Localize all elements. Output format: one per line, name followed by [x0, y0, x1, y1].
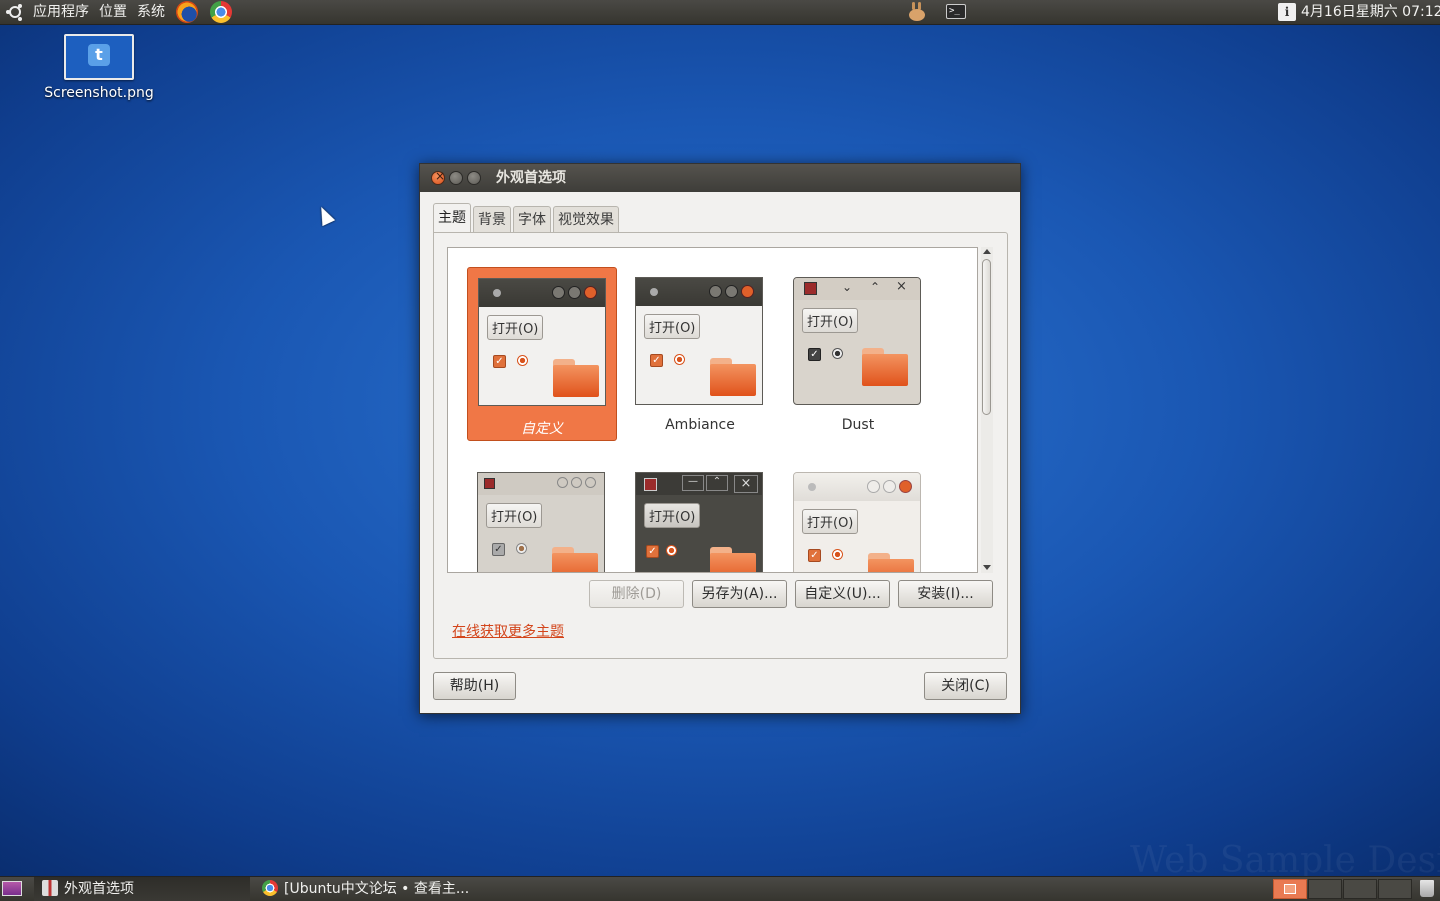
theme-item-5[interactable]: — ⌃ × 打开(O) ✓	[625, 462, 775, 572]
show-desktop-icon[interactable]	[2, 881, 22, 896]
firefox-icon[interactable]	[176, 1, 198, 23]
minimize-window-icon[interactable]	[449, 171, 463, 185]
customize-button[interactable]: 自定义(U)...	[795, 580, 890, 608]
preview-open-button: 打开(O)	[802, 509, 859, 534]
taskbar-item-label: [Ubuntu中文论坛 • 查看主...	[284, 881, 470, 897]
preview-open-button: 打开(O)	[644, 503, 701, 528]
theme-item-custom[interactable]: 打开(O) ✓ 自定义	[467, 267, 617, 441]
taskbar-item-chrome[interactable]: [Ubuntu中文论坛 • 查看主...	[254, 877, 504, 901]
theme-name: 自定义	[521, 421, 563, 437]
get-more-themes-link[interactable]: 在线获取更多主题	[452, 621, 564, 641]
desktop-file-screenshot[interactable]: t Screenshot.png	[44, 34, 154, 101]
theme-item-6[interactable]: 打开(O) ✓	[783, 462, 933, 572]
chrome-icon[interactable]	[210, 1, 232, 23]
theme-name: Ambiance	[665, 417, 735, 433]
taskbar-item-appearance[interactable]: 外观首选项	[34, 877, 250, 901]
theme-preview: 打开(O) ✓	[635, 277, 763, 405]
workspace-3[interactable]	[1343, 879, 1377, 899]
top-panel: 应用程序 位置 系统 >_ i 4月16日星期六 07:12	[0, 0, 1440, 25]
folder-icon	[710, 358, 756, 396]
preview-open-button: 打开(O)	[802, 308, 859, 333]
save-as-button[interactable]: 另存为(A)...	[692, 580, 787, 608]
tab-theme[interactable]: 主题	[433, 203, 471, 232]
theme-preview: ⌄ ⌃ × 打开(O) ✓	[793, 277, 921, 405]
bottom-panel: 外观首选项 [Ubuntu中文论坛 • 查看主...	[0, 876, 1440, 901]
maximize-window-icon[interactable]	[467, 171, 481, 185]
workspace-4[interactable]	[1378, 879, 1412, 899]
theme-item-4[interactable]: 打开(O) ✓	[467, 462, 617, 572]
help-button[interactable]: 帮助(H)	[433, 672, 516, 700]
scroll-down-arrow-icon[interactable]	[983, 565, 991, 570]
scroll-up-arrow-icon[interactable]	[983, 249, 991, 254]
terminal-icon[interactable]: >_	[946, 4, 966, 19]
folder-icon	[862, 348, 908, 386]
taskbar-item-label: 外观首选项	[64, 881, 134, 897]
menu-places[interactable]: 位置	[94, 0, 132, 24]
tab-bar: 主题 背景 字体 视觉效果	[433, 203, 621, 232]
install-button[interactable]: 安装(I)...	[898, 580, 993, 608]
folder-icon	[710, 547, 756, 572]
info-icon[interactable]: i	[1278, 3, 1296, 21]
appearance-preferences-dialog: 外观首选项 主题 背景 字体 视觉效果 打开(O) ✓	[419, 163, 1021, 714]
rabbit-tray-icon[interactable]	[906, 2, 928, 22]
folder-icon	[868, 553, 914, 572]
titlebar[interactable]: 外观首选项	[420, 164, 1020, 192]
theme-item-ambiance[interactable]: 打开(O) ✓ Ambiance	[625, 267, 775, 441]
theme-preview: 打开(O) ✓	[478, 278, 606, 406]
watermark: Web Sample Design	[1130, 840, 1440, 881]
theme-preview: 打开(O) ✓	[793, 472, 921, 572]
workspace-1[interactable]	[1273, 879, 1307, 899]
theme-list-scrollbar[interactable]	[981, 247, 993, 573]
ubuntu-logo-icon[interactable]	[6, 3, 24, 21]
delete-button[interactable]: 删除(D)	[589, 580, 684, 608]
chrome-icon	[262, 880, 278, 896]
tab-background[interactable]: 背景	[473, 206, 511, 232]
desktop-file-label: Screenshot.png	[44, 85, 154, 101]
preview-open-button: 打开(O)	[487, 315, 544, 340]
theme-preview: 打开(O) ✓	[477, 472, 605, 572]
tab-fonts[interactable]: 字体	[513, 206, 551, 232]
tab-visual-effects[interactable]: 视觉效果	[553, 206, 619, 232]
dialog-title: 外观首选项	[496, 170, 566, 186]
appearance-app-icon	[42, 880, 58, 896]
preview-open-button: 打开(O)	[486, 503, 543, 528]
trash-icon[interactable]	[1420, 880, 1434, 897]
image-thumbnail-icon: t	[64, 34, 134, 80]
preview-open-button: 打开(O)	[644, 314, 701, 339]
theme-name: Dust	[841, 417, 875, 433]
menu-system[interactable]: 系统	[132, 0, 170, 24]
mouse-cursor-icon	[314, 203, 336, 227]
twitter-icon: t	[95, 45, 103, 64]
clock[interactable]: 4月16日星期六 07:12	[1301, 0, 1440, 24]
menu-applications[interactable]: 应用程序	[28, 0, 94, 24]
scroll-thumb[interactable]	[982, 259, 991, 415]
theme-preview: — ⌃ × 打开(O) ✓	[635, 472, 763, 572]
theme-item-dust[interactable]: ⌄ ⌃ × 打开(O) ✓ Dust	[783, 267, 933, 441]
workspace-2[interactable]	[1308, 879, 1342, 899]
folder-icon	[552, 547, 598, 572]
theme-list: 打开(O) ✓ 自定义 打开(O) ✓ Ambiance ⌄ ⌃ × 打开(O)…	[447, 247, 978, 573]
close-window-icon[interactable]	[431, 169, 445, 185]
folder-icon	[553, 359, 599, 397]
close-button[interactable]: 关闭(C)	[924, 672, 1007, 700]
